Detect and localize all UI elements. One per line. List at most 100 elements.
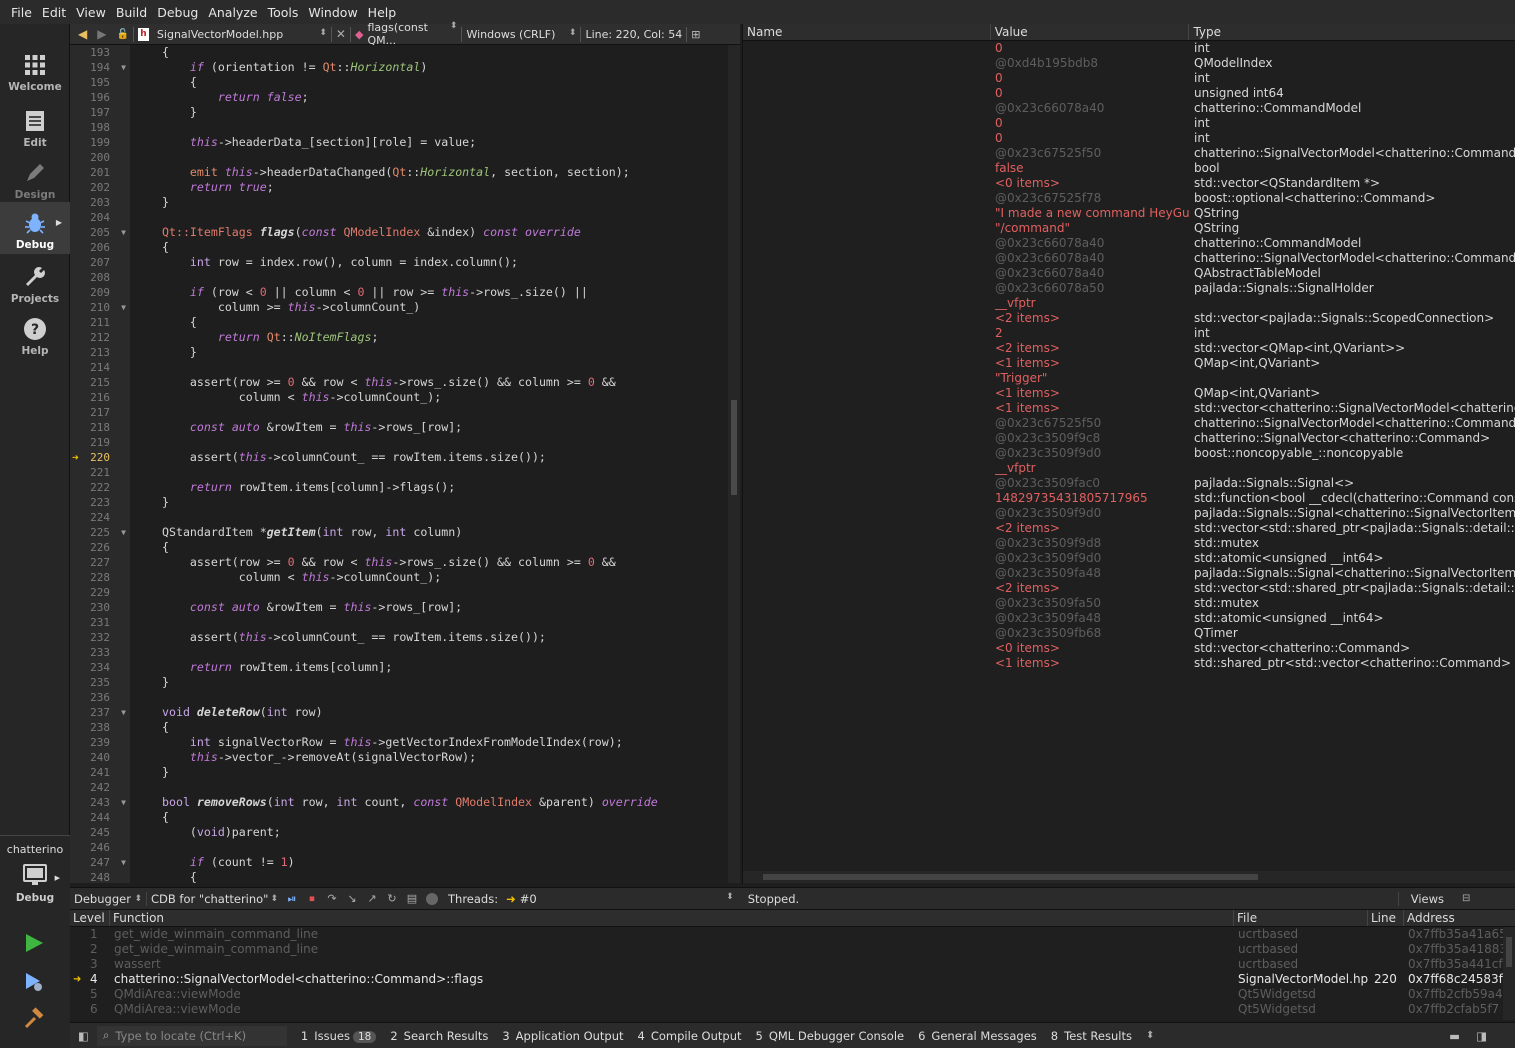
code-line[interactable]: { [130, 45, 728, 60]
build-button[interactable] [23, 1007, 45, 1032]
line-number[interactable]: 226 [70, 540, 130, 555]
stack-frame-row[interactable]: 2 get_wide_winmain_command_line ucrtbased 0… [70, 942, 1515, 957]
locals-row[interactable]: ▶callbackBodies<2 items>std::vector<std:… [743, 581, 1515, 596]
locals-row[interactable]: ▶delayedItemsChanged@0x23c3509fac0pajlad… [743, 476, 1515, 491]
line-number[interactable]: 230 [70, 600, 130, 615]
locals-row[interactable]: ▶name"/command"QString [743, 221, 1515, 236]
locals-row[interactable]: ▶[1]<1 items>QMap<int,QVariant> [743, 386, 1515, 401]
menu-window[interactable]: Window [303, 5, 362, 20]
locals-row[interactable]: ▼original@0x23c67525f78boost::optional<c… [743, 191, 1515, 206]
locals-row[interactable]: ▶[vptr]__vfptr [743, 296, 1515, 311]
stack-frame-row[interactable]: 6 QMdiArea::viewMode Qt5Widgetsd 0x7ffb2cfa… [70, 1002, 1515, 1017]
run-button[interactable] [23, 932, 45, 957]
code-line[interactable]: { [130, 870, 728, 883]
code-line[interactable] [130, 585, 728, 600]
level-column-header[interactable]: Level [70, 910, 110, 926]
line-number[interactable]: 222 [70, 480, 130, 495]
scrollbar-thumb[interactable] [731, 400, 737, 495]
locals-row[interactable]: [0] 0"Trigger" [743, 371, 1515, 386]
stack-scrollbar[interactable] [1503, 927, 1515, 1020]
close-document-icon[interactable]: ✕ [336, 27, 346, 41]
code-line[interactable]: if (count != 1) [130, 855, 728, 870]
menu-file[interactable]: File [6, 5, 37, 20]
locals-row[interactable]: ▶m@0x23c66078a40chatterino::CommandModel [743, 101, 1515, 116]
line-number[interactable]: 209 [70, 285, 130, 300]
code-line[interactable] [130, 405, 728, 420]
line-number[interactable]: 233 [70, 645, 130, 660]
code-line[interactable]: return rowItem.items[column]->flags(); [130, 480, 728, 495]
fold-marker-icon[interactable]: ▼ [121, 225, 126, 240]
name-column-header[interactable]: Name [743, 24, 991, 40]
line-number[interactable]: 217 [70, 405, 130, 420]
locals-row[interactable]: ▶[QAbstractTableModel]@0x23c66078a40QAbs… [743, 266, 1515, 281]
locals-row[interactable]: ▼[pajlada::Signals::SignalHo...]@0x23c66… [743, 281, 1515, 296]
line-number[interactable]: 213 [70, 345, 130, 360]
stack-frame-row[interactable]: ➜ 4 chatterino::SignalVectorModel<chatteri… [70, 972, 1515, 987]
locals-hscrollbar[interactable] [743, 871, 1515, 883]
continue-icon[interactable]: ⏯ [282, 892, 302, 906]
locals-row[interactable]: ▶readOnly_<1 items>std::shared_ptr<std::… [743, 656, 1515, 671]
line-number[interactable]: 237 ▼ [70, 705, 130, 720]
locals-row[interactable]: ▼index@0xd4b195bdb8QModelIndex [743, 56, 1515, 71]
thread-selector[interactable]: #0 ⬍ [520, 892, 734, 906]
menu-tools[interactable]: Tools [263, 5, 304, 20]
fold-marker-icon[interactable]: ▼ [121, 855, 126, 870]
line-number[interactable]: 224 [70, 510, 130, 525]
line-number[interactable]: 195 [70, 75, 130, 90]
code-line[interactable]: this->headerData_[section][role] = value… [130, 135, 728, 150]
code-line[interactable]: { [130, 540, 728, 555]
code-line[interactable]: Qt::ItemFlags flags(const QModelIndex &i… [130, 225, 728, 240]
line-number[interactable]: 238 [70, 720, 130, 735]
code-line[interactable]: } [130, 675, 728, 690]
locals-row[interactable]: ▼vector_@0x23c3509f9c8chatterino::Signal… [743, 431, 1515, 446]
locals-row[interactable]: ▶callbackBodies<2 items>std::vector<std:… [743, 521, 1515, 536]
fold-marker-icon[interactable]: ▼ [121, 300, 126, 315]
locals-row[interactable]: ▼[chatterino::SignalVectorMo...]@0x23c66… [743, 251, 1515, 266]
views-button[interactable]: Views [1397, 891, 1444, 906]
locals-row[interactable]: columnCount_2int [743, 326, 1515, 341]
line-number[interactable]: 231 [70, 615, 130, 630]
line-number[interactable]: 197 [70, 105, 130, 120]
code-line[interactable]: const auto &rowItem = this->rows_[row]; [130, 600, 728, 615]
step-out-icon[interactable]: ↗ [362, 892, 382, 905]
code-line[interactable]: emit this->headerDataChanged(Qt::Horizon… [130, 165, 728, 180]
more-tabs-icon[interactable]: ⬍ [1146, 1030, 1154, 1041]
locals-row[interactable]: ▼rowItem@0x23c67525f50chatterino::Signal… [743, 146, 1515, 161]
fold-marker-icon[interactable]: ▼ [121, 525, 126, 540]
code-line[interactable]: column >= this->columnCount_) [130, 300, 728, 315]
line-number[interactable]: 193 [70, 45, 130, 60]
line-number[interactable]: 212 [70, 330, 130, 345]
debug-run-button[interactable] [23, 971, 45, 996]
locals-row[interactable]: ▶[boost::noncopyable_::nonco...]@0x23c35… [743, 446, 1515, 461]
line-number[interactable]: 240 [70, 750, 130, 765]
output-tab-test-results[interactable]: 8 Test Results [1051, 1029, 1132, 1043]
editor-scrollbar[interactable] [728, 45, 740, 883]
cursor-position[interactable]: Line: 220, Col: 54 [585, 28, 682, 41]
code-line[interactable]: void deleteRow(int row) [130, 705, 728, 720]
locals-row[interactable]: ▼[0]<1 items>QMap<int,QVariant> [743, 356, 1515, 371]
code-line[interactable] [130, 510, 728, 525]
line-number[interactable]: 244 [70, 810, 130, 825]
line-number[interactable]: 194 ▼ [70, 60, 130, 75]
code-line[interactable]: } [130, 105, 728, 120]
locals-row[interactable]: ▼itemInserted@0x23c3509f9d0pajlada::Sign… [743, 506, 1515, 521]
code-line[interactable]: const auto &rowItem = this->rows_[row]; [130, 420, 728, 435]
address-column-header[interactable]: Address [1404, 910, 1515, 926]
line-number[interactable]: 247 ▼ [70, 855, 130, 870]
restart-icon[interactable]: ↻ [382, 892, 402, 905]
line-number[interactable]: 200 [70, 150, 130, 165]
code-line[interactable]: return rowItem.items[column]; [130, 660, 728, 675]
code-line[interactable] [130, 270, 728, 285]
code-line[interactable]: assert(row >= 0 && row < this->rows_.siz… [130, 555, 728, 570]
code-line[interactable]: { [130, 240, 728, 255]
code-line[interactable]: if (orientation != Qt::Horizontal) [130, 60, 728, 75]
code-line[interactable]: column < this->columnCount_); [130, 390, 728, 405]
code-line[interactable] [130, 360, 728, 375]
line-number[interactable]: 242 [70, 780, 130, 795]
file-column-header[interactable]: File [1234, 910, 1368, 926]
code-line[interactable]: int signalVectorRow = this->getVectorInd… [130, 735, 728, 750]
code-line[interactable] [130, 840, 728, 855]
type-column-header[interactable]: Type [1189, 24, 1515, 40]
step-into-icon[interactable]: ↘ [342, 892, 362, 905]
locals-row[interactable]: items<0 items>std::vector<QStandardItem … [743, 176, 1515, 191]
